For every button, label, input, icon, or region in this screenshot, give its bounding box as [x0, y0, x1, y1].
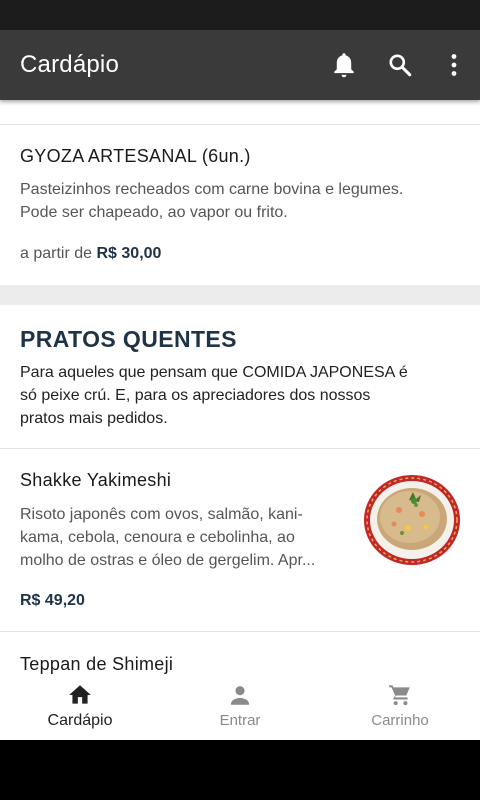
- item-price: R$ 30,00: [96, 245, 162, 262]
- nav-item-entrar[interactable]: Entrar: [160, 680, 320, 740]
- cart-icon: [389, 685, 410, 706]
- section-description-line: Para aqueles que pensam que COMIDA JAPON…: [20, 364, 408, 381]
- bottom-navigation: Cardápio Entrar Carrinho: [0, 680, 480, 740]
- person-icon: [230, 686, 250, 705]
- nav-item-cardapio[interactable]: Cardápio: [0, 680, 160, 740]
- search-icon[interactable]: [372, 30, 428, 100]
- page-title: Cardápio: [20, 51, 119, 78]
- row-divider: [0, 124, 480, 125]
- status-bar: [0, 0, 480, 30]
- item-title: GYOZA ARTESANAL (6un.): [20, 146, 251, 166]
- row-divider: [0, 448, 480, 449]
- section-description-line: pratos mais pedidos.: [20, 410, 168, 427]
- nav-label: Carrinho: [371, 712, 429, 729]
- item-description-line: molho de ostras e óleo de gergelim. Apr.…: [20, 552, 316, 569]
- app-bar: Cardápio: [0, 30, 480, 100]
- price-prefix: a partir de: [20, 245, 93, 262]
- nav-label: Cardápio: [47, 712, 113, 729]
- item-title: Shakke Yakimeshi: [20, 470, 172, 490]
- system-navigation-bar: [0, 740, 480, 800]
- item-price: R$ 49,20: [20, 592, 85, 609]
- section-description-line: só peixe crú. E, para os apreciadores do…: [20, 387, 371, 404]
- more-vert-icon[interactable]: [428, 30, 480, 100]
- item-description-line: Pode ser chapeado, ao vapor ou frito.: [20, 204, 288, 221]
- item-price-row: a partir de R$ 30,00: [20, 245, 161, 263]
- item-description-line: Pasteizinhos recheados com carne bovina …: [20, 181, 404, 198]
- item-price-row: R$ 49,20: [20, 592, 85, 610]
- section-title: PRATOS QUENTES: [20, 326, 237, 352]
- dish-image: [364, 475, 460, 565]
- menu-list[interactable]: GYOZA ARTESANAL (6un.) Pasteizinhos rech…: [0, 100, 480, 680]
- row-divider: [0, 631, 480, 632]
- bell-icon[interactable]: [316, 30, 372, 100]
- nav-label: Entrar: [219, 712, 261, 729]
- home-icon: [69, 685, 91, 704]
- section-separator: [0, 285, 480, 305]
- item-description-line: Risoto japonês com ovos, salmão, kani-: [20, 506, 303, 523]
- item-title: Teppan de Shimeji: [20, 654, 174, 674]
- item-description-line: kama, cebola, cenoura e cebolinha, ao: [20, 529, 295, 546]
- nav-item-carrinho[interactable]: Carrinho: [320, 680, 480, 740]
